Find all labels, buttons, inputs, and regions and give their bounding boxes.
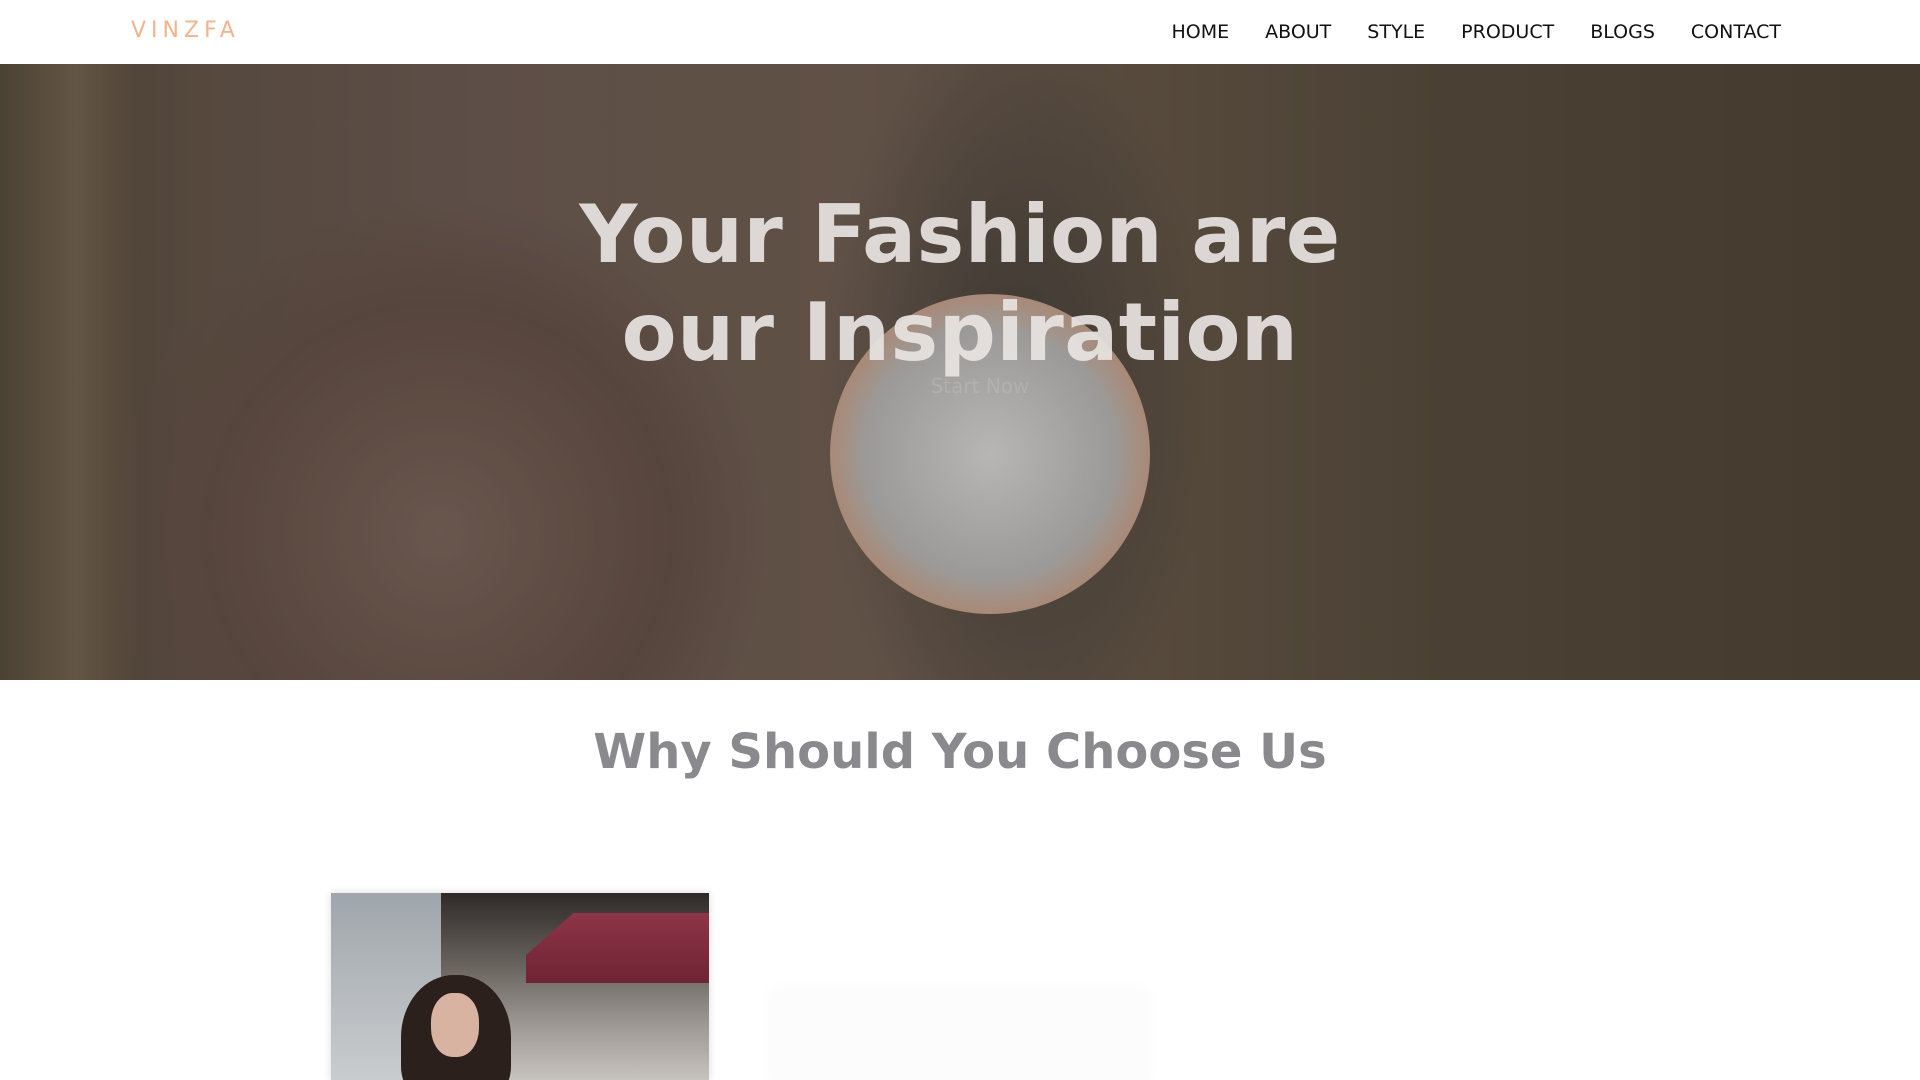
hero-title-line-1: Your Fashion are xyxy=(579,188,1341,281)
hero-title: Your Fashion are our Inspiration xyxy=(0,186,1920,382)
section-title: Why Should You Choose Us xyxy=(593,724,1327,780)
brand-logo[interactable]: VINZFA xyxy=(131,18,240,43)
main-nav: HOME ABOUT STYLE PRODUCT BLOGS CONTACT xyxy=(1135,0,1781,64)
feature-card-image xyxy=(331,893,709,1080)
top-navbar: VINZFA HOME ABOUT STYLE PRODUCT BLOGS CO… xyxy=(0,0,1920,64)
feature-card-placeholder xyxy=(770,990,1148,1080)
shop-awning-graphic xyxy=(526,913,709,983)
nav-contact-link[interactable]: CONTACT xyxy=(1691,21,1781,43)
nav-product-link[interactable]: PRODUCT xyxy=(1461,21,1554,43)
nav-style-link[interactable]: STYLE xyxy=(1367,21,1425,43)
start-now-button[interactable]: Start Now xyxy=(900,364,1060,408)
nav-home-link[interactable]: HOME xyxy=(1171,21,1229,43)
woman-face-graphic xyxy=(431,993,479,1057)
nav-about-link[interactable]: ABOUT xyxy=(1265,21,1331,43)
nav-blogs-link[interactable]: BLOGS xyxy=(1590,21,1655,43)
hero-banner: Your Fashion are our Inspiration Start N… xyxy=(0,64,1920,680)
